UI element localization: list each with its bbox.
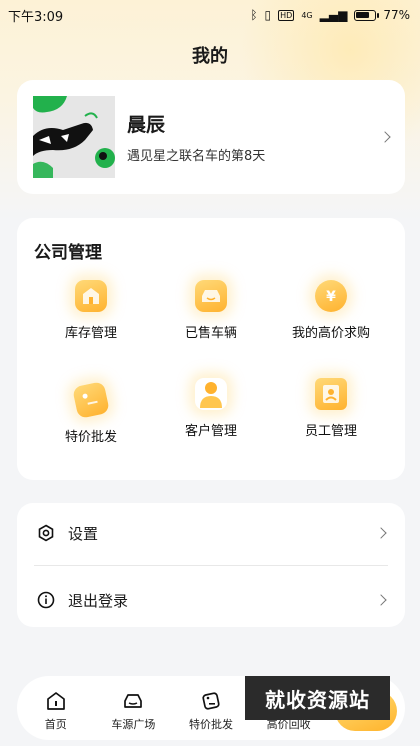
profile-subtitle: 遇见星之联名车的第8天 (127, 149, 266, 164)
grid-item-sold-cars[interactable]: 已售车辆 (147, 280, 275, 341)
chevron-right-icon (379, 131, 391, 143)
grid-label: 库存管理 (64, 326, 117, 341)
status-icons: ᛒ ▯ HD 4G ▂▄▆ 77% (250, 8, 410, 22)
settings-label: 设置 (68, 524, 99, 543)
info-icon (37, 591, 55, 609)
car-icon (195, 280, 227, 312)
chevron-right-icon (375, 594, 387, 606)
vibrate-icon: ▯ (264, 8, 272, 22)
profile-info: 晨辰 遇见星之联名车的第8天 (127, 110, 381, 164)
grid-item-customer-management[interactable]: 客户管理 (147, 378, 275, 439)
grid-item-inventory[interactable]: 库存管理 (27, 280, 155, 341)
gear-icon (38, 524, 54, 542)
profile-name: 晨辰 (127, 114, 166, 136)
bluetooth-icon: ᛒ (250, 8, 258, 22)
tab-home[interactable]: 首页 (17, 684, 95, 732)
signal-icon: ▂▄▆ (319, 8, 348, 22)
tab-label: 首页 (44, 718, 67, 731)
status-bar: 下午3:09 ᛒ ▯ HD 4G ▂▄▆ 77% (0, 0, 420, 30)
network-type: 4G (301, 10, 313, 20)
settings-row[interactable]: 设置 (17, 503, 405, 563)
grid-item-special-wholesale[interactable]: 特价批发 (27, 381, 155, 445)
car-outline-icon (122, 690, 144, 712)
grid-label: 特价批发 (64, 430, 117, 445)
settings-card: 设置 退出登录 (17, 503, 405, 627)
battery-icon (354, 9, 380, 21)
grid-label: 已售车辆 (184, 326, 237, 341)
warehouse-icon (75, 280, 107, 312)
price-tag-icon (72, 381, 110, 419)
battery-percent: 77% (383, 8, 410, 22)
employee-badge-icon (315, 378, 347, 410)
grid-label: 员工管理 (304, 424, 357, 439)
divider (34, 565, 388, 566)
tag-outline-icon (200, 690, 222, 712)
grid-label: 客户管理 (184, 424, 237, 439)
watermark: 就收资源站 (245, 676, 390, 720)
tab-label: 车源广场 (111, 718, 156, 731)
chevron-right-icon (375, 527, 387, 539)
home-icon (45, 690, 67, 712)
tab-car-source[interactable]: 车源广场 (95, 684, 173, 732)
logout-label: 退出登录 (68, 591, 129, 610)
section-title: 公司管理 (34, 243, 102, 263)
page-title: 我的 (192, 46, 228, 67)
profile-card[interactable]: 晨辰 遇见星之联名车的第8天 (17, 80, 405, 194)
tab-special-wholesale[interactable]: 特价批发 (172, 684, 250, 732)
grid-item-employee-management[interactable]: 员工管理 (267, 378, 395, 439)
svg-text:¥: ¥ (326, 289, 336, 305)
company-management-card: 公司管理 库存管理 已售车辆 ¥ 我的高价求购 特价批发 客户管理 员工管理 (17, 218, 405, 480)
grid-label: 我的高价求购 (291, 326, 370, 341)
avatar (33, 96, 115, 178)
logout-row[interactable]: 退出登录 (17, 570, 405, 630)
hd-icon: HD (278, 9, 295, 21)
tab-label: 特价批发 (188, 718, 233, 731)
customer-icon (195, 378, 227, 410)
yuan-icon: ¥ (315, 280, 347, 312)
avatar-illustration (33, 96, 115, 178)
status-time: 下午3:09 (8, 9, 64, 25)
grid-item-high-price-purchase[interactable]: ¥ 我的高价求购 (267, 280, 395, 341)
